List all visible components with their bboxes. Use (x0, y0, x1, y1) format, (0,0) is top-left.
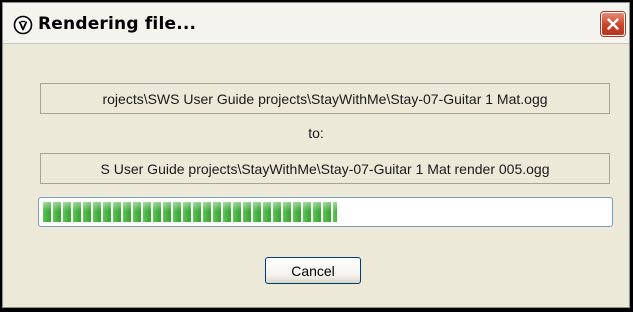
destination-path-field: S User Guide projects\StayWithMe\Stay-07… (40, 153, 610, 184)
close-button[interactable] (601, 12, 625, 36)
to-label: to: (308, 125, 324, 141)
outer-border-left (0, 0, 2, 312)
progress-track (43, 202, 608, 222)
rendering-dialog: Rendering file... rojects\SWS User Guide… (0, 0, 633, 312)
title-bar[interactable]: Rendering file... (3, 3, 629, 44)
outer-border-bottom (0, 308, 633, 312)
dialog-frame: Rendering file... rojects\SWS User Guide… (2, 2, 630, 308)
cancel-button[interactable]: Cancel (265, 257, 361, 284)
close-icon (607, 18, 619, 30)
reaper-icon (13, 15, 33, 35)
destination-path-text: S User Guide projects\StayWithMe\Stay-07… (100, 160, 550, 177)
window-title: Rendering file... (38, 14, 197, 34)
progress-fill (43, 202, 337, 222)
cancel-button-label: Cancel (291, 262, 335, 279)
outer-border-top (0, 0, 633, 2)
dialog-content: rojects\SWS User Guide projects\StayWith… (3, 44, 629, 307)
source-path-field: rojects\SWS User Guide projects\StayWith… (40, 83, 610, 114)
render-progress-bar (38, 197, 613, 227)
source-path-text: rojects\SWS User Guide projects\StayWith… (102, 90, 548, 107)
